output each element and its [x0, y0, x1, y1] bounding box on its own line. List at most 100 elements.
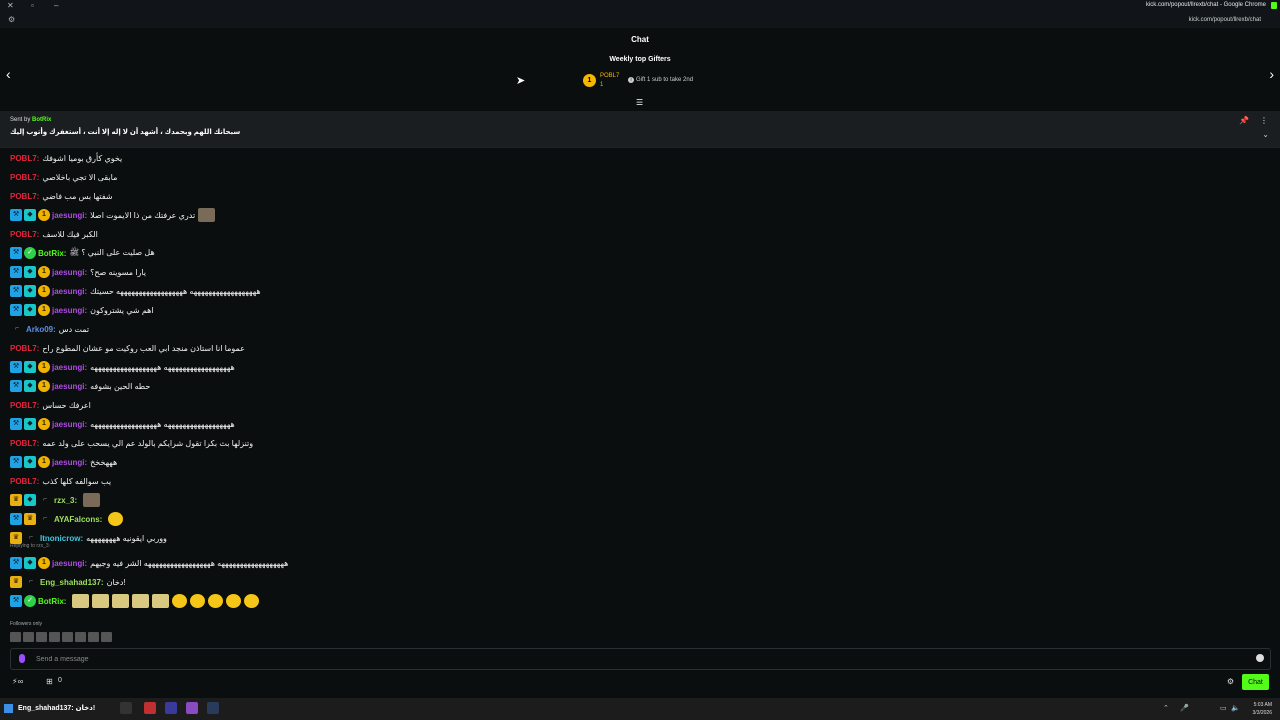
- message-input[interactable]: [34, 652, 1238, 667]
- chevron-right-icon[interactable]: ›: [1269, 66, 1274, 82]
- chat-message: ⌐ Arko09: تمت دس: [10, 321, 89, 337]
- chevron-left-icon[interactable]: ‹: [6, 66, 11, 82]
- emote-thumb[interactable]: [36, 632, 47, 642]
- pinned-sender: Sent by BotRix: [10, 117, 51, 123]
- chat-username[interactable]: Eng_shahad137:: [40, 578, 104, 587]
- emoji-icon[interactable]: [1256, 654, 1264, 662]
- chat-username[interactable]: POBL7:: [10, 344, 39, 353]
- display-icon[interactable]: ▭: [1220, 704, 1227, 712]
- rank-badge: 1: [583, 74, 596, 87]
- gift-info[interactable]: i Gift 1 sub to take 2nd: [628, 77, 693, 83]
- browser-titlebar: ✕ ▫ – kick.com/popout/llrexb/chat - Goog…: [0, 0, 1280, 12]
- cyan-badge-icon: ◆: [24, 361, 36, 373]
- info-icon: i: [628, 77, 634, 83]
- emote-thumb[interactable]: [62, 632, 73, 642]
- chat-username[interactable]: POBL7:: [10, 401, 39, 410]
- chat-footer: ⚡∞ ⊞ 0 ⚙ Chat: [0, 672, 1280, 692]
- chat-username[interactable]: POBL7:: [10, 173, 39, 182]
- chat-title: Chat: [631, 35, 649, 44]
- chat-message: ⚒ ✓ BotRix:: [10, 593, 260, 609]
- emote-thumb[interactable]: [101, 632, 112, 642]
- more-options-icon[interactable]: ⋮: [1260, 116, 1268, 125]
- chat-username[interactable]: POBL7:: [10, 192, 39, 201]
- chat-username[interactable]: jaesungi:: [52, 382, 87, 391]
- crown-badge-icon: ♛: [24, 513, 36, 525]
- gift-info-text: Gift 1 sub to take 2nd: [636, 77, 694, 83]
- tray-chevron-icon[interactable]: ⌃: [1163, 704, 1169, 712]
- emote-thumb[interactable]: [23, 632, 34, 642]
- chat-username[interactable]: jaesungi:: [52, 306, 87, 315]
- chat-text: ههههههههههههههههههه ههههههههههههههههههه: [90, 362, 235, 372]
- close-window-icon[interactable]: ✕: [7, 1, 14, 10]
- pin-icon[interactable]: 📌: [1239, 116, 1249, 125]
- chat-text: وتنزلها بث بكرا تقول شرايكم بالولد عم ال…: [42, 438, 254, 448]
- cyan-badge-icon: ◆: [24, 456, 36, 468]
- cyan-badge-icon: ◆: [24, 304, 36, 316]
- pinned-message: Sent by BotRix سبحانك اللهم وبحمدك ، أشه…: [0, 111, 1280, 148]
- chat-username[interactable]: jaesungi:: [52, 211, 87, 220]
- emote-thumb[interactable]: [10, 632, 21, 642]
- chat-text: تمت دس: [58, 324, 90, 334]
- chevron-down-icon[interactable]: ⌄: [1262, 130, 1269, 139]
- steam-icon[interactable]: [207, 702, 219, 714]
- chat-username[interactable]: jaesungi:: [52, 363, 87, 372]
- site-settings-icon[interactable]: ⚙: [8, 15, 15, 24]
- start-icon[interactable]: [4, 704, 13, 713]
- emote-thumb[interactable]: [49, 632, 60, 642]
- chat-message: ♛ ⌐ Eng_shahad137: دخان!: [10, 574, 126, 590]
- chat-text: يب سوالفه كلها كذب: [42, 476, 112, 486]
- app-icon[interactable]: [120, 702, 132, 714]
- blue-badge-icon: ⚒: [10, 456, 22, 468]
- app-icon[interactable]: [144, 702, 156, 714]
- mic-tray-icon[interactable]: 🎤: [1180, 704, 1189, 712]
- chat-username[interactable]: BotRix:: [38, 249, 66, 258]
- chat-username[interactable]: AYAFalcons:: [54, 515, 102, 524]
- chat-message: POBL7: اعرفك حساس: [10, 397, 91, 413]
- restore-window-icon[interactable]: ▫: [31, 1, 34, 10]
- chat-message: POBL7: يخوي كأرق بوميا اشوفك: [10, 150, 122, 166]
- collapse-icon[interactable]: ☰: [636, 98, 643, 107]
- connection-icon[interactable]: ⚡∞: [12, 677, 23, 686]
- chat-username[interactable]: POBL7:: [10, 154, 39, 163]
- clock[interactable]: 5:03 AM 3/3/2026: [1253, 701, 1272, 717]
- chat-username[interactable]: POBL7:: [10, 230, 39, 239]
- emote-image: [92, 594, 110, 608]
- user-count: 0: [58, 677, 62, 684]
- mic-icon[interactable]: [19, 654, 25, 663]
- app-icon[interactable]: [186, 702, 198, 714]
- chat-username[interactable]: Arko09:: [26, 325, 56, 334]
- minimize-window-icon[interactable]: –: [54, 1, 58, 10]
- chat-username[interactable]: BotRix:: [38, 597, 66, 606]
- url-text[interactable]: kick.com/popout/llrexb/chat: [1189, 17, 1261, 23]
- gear-icon[interactable]: ⚙: [1227, 677, 1234, 686]
- chat-username[interactable]: jaesungi:: [52, 458, 87, 467]
- volume-icon[interactable]: 🔈: [1231, 704, 1240, 712]
- gold-badge-icon: 1: [38, 209, 50, 221]
- chat-username[interactable]: jaesungi:: [52, 287, 87, 296]
- gray-badge-icon: ⌐: [28, 578, 34, 585]
- chat-username[interactable]: Itnonicrow:: [40, 534, 83, 543]
- green-badge-icon: ✓: [24, 595, 36, 607]
- chat-username[interactable]: rzx_3:: [54, 496, 77, 505]
- pinned-sender-name[interactable]: BotRix: [32, 117, 51, 123]
- chat-message: ⚒ ◆ 1 jaesungi: اهم شي يشتروكون: [10, 302, 154, 318]
- chat-username[interactable]: jaesungi:: [52, 420, 87, 429]
- chat-username[interactable]: POBL7:: [10, 439, 39, 448]
- cyan-badge-icon: ◆: [24, 266, 36, 278]
- top-gifter-name[interactable]: POBL7: [600, 73, 619, 79]
- cyan-badge-icon: ◆: [24, 285, 36, 297]
- chat-username[interactable]: jaesungi:: [52, 268, 87, 277]
- emote-thumb[interactable]: [88, 632, 99, 642]
- chat-username[interactable]: POBL7:: [10, 477, 39, 486]
- chat-username[interactable]: jaesungi:: [52, 559, 87, 568]
- app-icon[interactable]: [165, 702, 177, 714]
- chat-text: اعرفك حساس: [42, 400, 91, 410]
- blue-badge-icon: ⚒: [10, 595, 22, 607]
- window-title: kick.com/popout/llrexb/chat - Google Chr…: [1145, 2, 1266, 8]
- chat-text: شفتها بس مب فاضي: [42, 191, 113, 201]
- chat-message: ⚒ ◆ 1 jaesungi: يارا مسوينه صح؟: [10, 264, 146, 280]
- crown-badge-icon: ♛: [10, 576, 22, 588]
- emote-thumb[interactable]: [75, 632, 86, 642]
- chat-send-button[interactable]: Chat: [1242, 674, 1269, 690]
- pinned-text: سبحانك اللهم وبحمدك ، أشهد أن لا إله إلا…: [10, 129, 241, 136]
